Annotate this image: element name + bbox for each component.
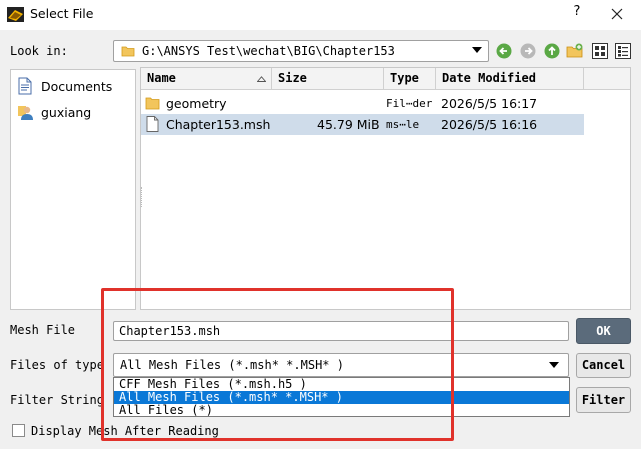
file-type: ms⋯le bbox=[386, 118, 420, 131]
ok-button[interactable]: OK bbox=[576, 318, 631, 344]
look-in-label: Look in: bbox=[10, 44, 68, 58]
file-date: 2026/5/5 16:16 bbox=[441, 117, 538, 132]
splitter-handle[interactable] bbox=[141, 187, 143, 207]
title-bar: Select File ? bbox=[0, 0, 641, 30]
mesh-file-label: Mesh File bbox=[10, 323, 76, 337]
cancel-button[interactable]: Cancel bbox=[576, 353, 631, 378]
folder-icon bbox=[121, 46, 135, 57]
column-header-name[interactable]: Name bbox=[141, 68, 272, 90]
files-of-type-label: Files of type bbox=[10, 358, 104, 372]
look-in-combo[interactable]: G:\ANSYS Test\wechat\BIG\Chapter153 bbox=[113, 40, 489, 62]
places-sidebar: Documents guxiang bbox=[10, 69, 136, 310]
file-name: Chapter153.msh bbox=[166, 117, 271, 132]
new-folder-icon[interactable] bbox=[566, 42, 584, 60]
file-date: 2026/5/5 16:17 bbox=[441, 96, 538, 111]
filter-string-label: Filter String bbox=[10, 393, 104, 407]
file-icon bbox=[146, 116, 159, 132]
chevron-down-icon[interactable] bbox=[549, 362, 559, 368]
forward-icon[interactable] bbox=[519, 42, 537, 60]
back-icon[interactable] bbox=[495, 42, 513, 60]
place-label: Documents bbox=[41, 78, 113, 94]
file-list: Name Size Type Date Modified geometry Fi… bbox=[140, 67, 631, 310]
app-logo-icon bbox=[7, 7, 24, 22]
column-header-filler bbox=[584, 68, 630, 90]
look-in-path: G:\ANSYS Test\wechat\BIG\Chapter153 bbox=[142, 44, 395, 58]
filter-button[interactable]: Filter bbox=[576, 387, 631, 413]
list-view-icon[interactable] bbox=[591, 42, 609, 60]
up-folder-icon[interactable] bbox=[543, 42, 561, 60]
highlight-box bbox=[101, 288, 454, 441]
file-size: 45.79 MiB bbox=[317, 117, 380, 132]
place-documents[interactable]: Documents bbox=[17, 75, 112, 97]
user-icon bbox=[18, 106, 33, 120]
column-header-type[interactable]: Type bbox=[384, 68, 436, 90]
display-mesh-checkbox[interactable] bbox=[12, 424, 25, 437]
file-type: Fil⋯der bbox=[386, 97, 433, 110]
help-button[interactable]: ? bbox=[570, 4, 584, 19]
column-header-date[interactable]: Date Modified bbox=[436, 68, 584, 90]
detail-view-icon[interactable] bbox=[614, 42, 632, 60]
document-icon bbox=[18, 77, 32, 95]
place-user[interactable]: guxiang bbox=[17, 101, 91, 123]
table-row[interactable]: geometry Fil⋯der 2026/5/5 16:17 bbox=[141, 93, 584, 114]
window-title: Select File bbox=[30, 6, 94, 21]
folder-icon bbox=[145, 97, 160, 110]
file-name: geometry bbox=[166, 96, 227, 111]
sort-ascending-icon bbox=[257, 76, 266, 82]
table-row[interactable]: Chapter153.msh 45.79 MiB ms⋯le 2026/5/5 … bbox=[141, 114, 584, 135]
place-label: guxiang bbox=[41, 104, 92, 120]
chevron-down-icon[interactable] bbox=[472, 47, 482, 53]
close-icon[interactable] bbox=[606, 3, 628, 25]
column-header-size[interactable]: Size bbox=[272, 68, 384, 90]
